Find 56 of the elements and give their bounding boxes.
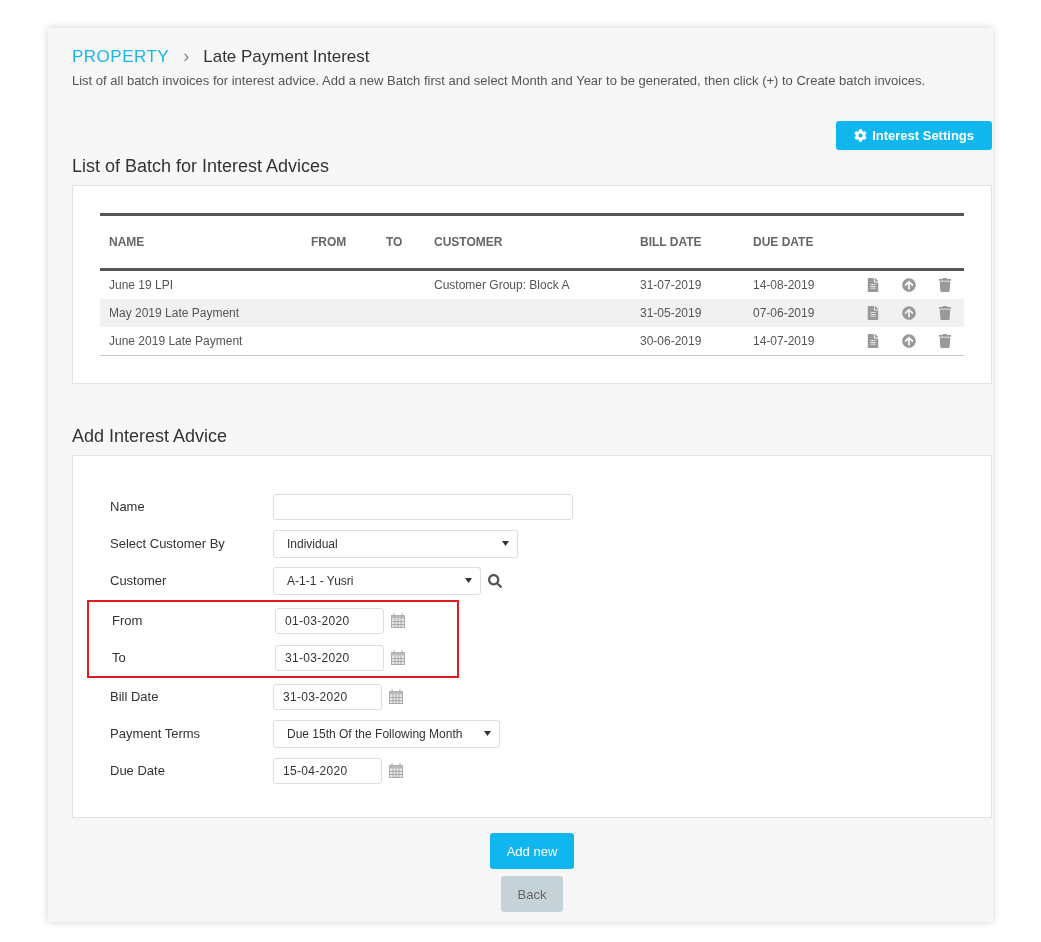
table-cell-text: Customer Group: Block A	[433, 278, 571, 292]
field-label: Due Date	[110, 763, 166, 778]
field-label: Bill Date	[110, 689, 160, 704]
table-cell-text: June 19 LPI	[108, 278, 175, 292]
select-dropdown[interactable]: Due 15th Of the Following Month	[273, 719, 500, 748]
calendar-icon[interactable]	[389, 763, 403, 778]
delete-icon[interactable]	[938, 306, 952, 320]
settings-icon	[854, 129, 868, 142]
table-cell-text: 07-06-2019	[752, 306, 816, 320]
column-header: DUE DATE	[752, 235, 815, 249]
column-header: CUSTOMER	[433, 235, 504, 249]
delete-icon[interactable]	[938, 334, 952, 348]
date-input[interactable]: 31-03-2020	[273, 683, 382, 710]
upload-icon[interactable]	[902, 334, 916, 348]
table-cell-text: 31-05-2019	[639, 306, 703, 320]
table-cell-text: 14-08-2019	[752, 278, 816, 292]
select-dropdown[interactable]: A-1-1 - Yusri	[273, 566, 481, 595]
table-cell-text: 30-06-2019	[639, 334, 703, 348]
back-button[interactable]: Back	[500, 876, 564, 912]
caret-icon	[484, 731, 491, 736]
column-header: BILL DATE	[639, 235, 703, 249]
page-title: Late Payment Interest	[203, 46, 370, 67]
field-label: Select Customer By	[110, 536, 226, 551]
upload-icon[interactable]	[902, 278, 916, 292]
column-header: TO	[385, 235, 404, 249]
document-icon[interactable]	[866, 306, 880, 320]
date-input[interactable]: 15-04-2020	[273, 757, 382, 784]
calendar-icon[interactable]	[391, 613, 405, 628]
caret-icon	[465, 578, 472, 583]
document-icon[interactable]	[866, 334, 880, 348]
field-label: Name	[110, 499, 146, 514]
page-description: List of all batch invoices for interest advice. Add a new Batch first and select Month and Year to be generated, then click (+) to Create batch invoices.	[72, 73, 927, 88]
field-label: Payment Terms	[110, 726, 202, 741]
caret-icon	[502, 541, 509, 546]
field-label: To	[112, 650, 127, 665]
column-header: NAME	[108, 235, 146, 249]
calendar-icon[interactable]	[389, 689, 403, 704]
table-cell-text: June 2019 Late Payment	[108, 334, 244, 348]
section-title: List of Batch for Interest Advices	[72, 156, 331, 177]
table-cell-text: May 2019 Late Payment	[108, 306, 241, 320]
section-title: Add Interest Advice	[72, 426, 229, 447]
breadcrumb-separator: ›	[183, 46, 190, 67]
table-cell-text: 14-07-2019	[752, 334, 816, 348]
field-label: From	[112, 613, 144, 628]
delete-icon[interactable]	[938, 278, 952, 292]
column-header: FROM	[310, 235, 348, 249]
date-input[interactable]: 01-03-2020	[275, 607, 384, 634]
search-icon[interactable]	[488, 573, 502, 588]
calendar-icon[interactable]	[391, 650, 405, 665]
upload-icon[interactable]	[902, 306, 916, 320]
name-input[interactable]	[273, 493, 573, 520]
table-cell-text: 31-07-2019	[639, 278, 703, 292]
document-icon[interactable]	[866, 278, 880, 292]
field-label: Customer	[110, 573, 168, 588]
date-input[interactable]: 31-03-2020	[275, 644, 384, 671]
select-dropdown[interactable]: Individual	[273, 529, 518, 558]
